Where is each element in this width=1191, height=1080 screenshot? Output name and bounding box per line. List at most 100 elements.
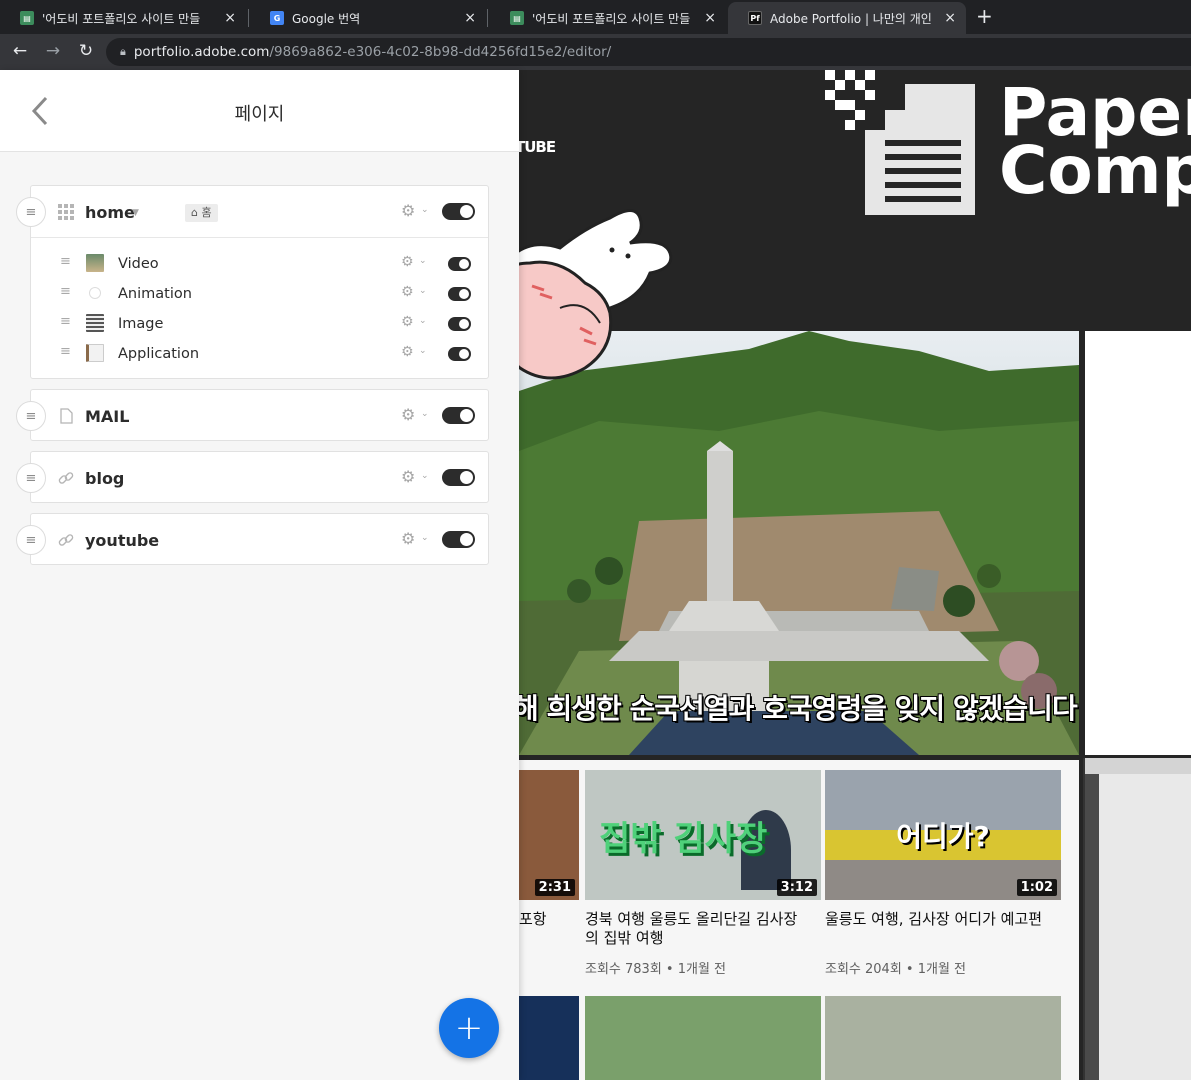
- close-tab-icon[interactable]: ×: [464, 10, 476, 26]
- gear-icon[interactable]: ⚙: [401, 529, 415, 548]
- drag-handle-button[interactable]: ≡: [16, 401, 46, 431]
- page-visibility-toggle[interactable]: [442, 407, 475, 424]
- drag-handle-icon[interactable]: ≡: [60, 344, 71, 359]
- browser-tab-bar: ▤ '어도비 포트폴리오 사이트 만들 × G Google 번역 × ▤ '어…: [0, 0, 1191, 34]
- new-tab-button[interactable]: +: [976, 4, 993, 28]
- panel-title: 페이지: [234, 104, 285, 125]
- home-badge: ⌂ 홈: [185, 204, 218, 222]
- site-nav-link[interactable]: TUBE: [519, 138, 556, 156]
- drag-handle-icon[interactable]: ≡: [60, 284, 71, 299]
- drag-handle-button[interactable]: ≡: [16, 463, 46, 493]
- chevron-down-icon[interactable]: ⌄: [421, 205, 429, 215]
- doc-icon: ▤: [20, 11, 34, 25]
- browser-tab[interactable]: G Google 번역 ×: [250, 2, 486, 34]
- paper-logo-icon: [825, 70, 975, 215]
- add-page-button[interactable]: +: [439, 998, 499, 1058]
- pages-panel: 페이지 home ▼ ⌂ 홈 ⚙ ⌄ ≡ Video ⚙ ⌄ ≡ Animati…: [0, 70, 519, 1080]
- photo-caption: 해 희생한 순국선열과 호국영령을 잊지 않겠습니다: [519, 692, 1078, 725]
- drag-handle-button[interactable]: ≡: [16, 525, 46, 555]
- chevron-down-icon[interactable]: ⌄: [421, 533, 429, 543]
- forward-arrow-icon[interactable]: →: [42, 40, 64, 62]
- page-name[interactable]: youtube: [85, 531, 159, 550]
- drag-handle-icon[interactable]: ≡: [60, 254, 71, 269]
- chevron-down-icon[interactable]: ⌄: [419, 286, 427, 296]
- video-thumbnail[interactable]: 집밖 김사장 3:12: [585, 770, 821, 900]
- page-visibility-toggle[interactable]: [448, 317, 471, 331]
- reload-icon[interactable]: ↻: [75, 40, 97, 62]
- house-icon: ⌂: [191, 206, 202, 219]
- gear-icon[interactable]: ⚙: [401, 467, 415, 486]
- video-duration: 1:02: [1016, 879, 1057, 896]
- page-visibility-toggle[interactable]: [448, 347, 471, 361]
- gear-icon[interactable]: ⚙: [401, 284, 414, 300]
- page-visibility-toggle[interactable]: [448, 257, 471, 271]
- page-icon: [60, 408, 73, 424]
- drag-handle-icon[interactable]: ≡: [60, 314, 71, 329]
- browser-toolbar: ← → ↻ 🔒︎ portfolio.adobe.com/9869a862-e3…: [0, 34, 1191, 70]
- subpage-name[interactable]: Video: [118, 256, 159, 272]
- google-translate-icon: G: [270, 11, 284, 25]
- close-tab-icon[interactable]: ×: [704, 10, 716, 26]
- chevron-down-icon[interactable]: ⌄: [421, 471, 429, 481]
- chevron-down-icon[interactable]: ⌄: [419, 316, 427, 326]
- subpage-name[interactable]: Image: [118, 316, 163, 332]
- url-path: /9869a862-e306-4c02-8b98-dd4256fd15e2/ed…: [269, 44, 612, 60]
- tab-title: Adobe Portfolio | 나만의 개인 웹: [770, 11, 937, 26]
- subpage-name[interactable]: Application: [118, 346, 199, 362]
- photoshop-screenshot: [1083, 758, 1191, 1080]
- address-bar[interactable]: 🔒︎ portfolio.adobe.com/9869a862-e306-4c0…: [106, 38, 1191, 66]
- page-card-blog[interactable]: blog ⚙ ⌄: [30, 451, 489, 503]
- url-host: portfolio.adobe.com: [133, 44, 270, 60]
- page-card-mail[interactable]: MAIL ⚙ ⌄: [30, 389, 489, 441]
- page-name[interactable]: blog: [85, 469, 124, 488]
- video-meta: 조회수 783회 • 1개월 전: [585, 962, 727, 977]
- browser-tab-active[interactable]: Pf Adobe Portfolio | 나만의 개인 웹 ×: [728, 2, 966, 34]
- page-visibility-toggle[interactable]: [448, 287, 471, 301]
- browser-tab[interactable]: ▤ '어도비 포트폴리오 사이트 만들 ×: [0, 2, 246, 34]
- logo-wordmark: Paper Comp: [999, 74, 1191, 209]
- panel-header: 페이지: [0, 70, 519, 152]
- pf-icon: Pf: [748, 11, 762, 25]
- link-icon: [58, 534, 74, 546]
- caret-down-icon[interactable]: ▼: [132, 208, 139, 218]
- youtube-grid: 2:31 포항 집밖 김사장 3:12 경북 여행 울릉도 올리단길 김사장의 …: [519, 760, 1079, 1080]
- gear-icon[interactable]: ⚙: [401, 254, 414, 270]
- gear-icon[interactable]: ⚙: [401, 314, 414, 330]
- close-tab-icon[interactable]: ×: [224, 10, 236, 26]
- video-thumb: [86, 254, 104, 272]
- page-visibility-toggle[interactable]: [442, 469, 475, 486]
- lock-icon: 🔒︎: [120, 45, 126, 58]
- image-thumb: [86, 314, 104, 332]
- doc-icon: ▤: [510, 11, 524, 25]
- subpage-name[interactable]: Animation: [118, 286, 192, 302]
- video-row: [519, 996, 1079, 1080]
- page-name[interactable]: home: [85, 203, 135, 222]
- gear-icon[interactable]: ⚙: [401, 344, 414, 360]
- tab-title: '어도비 포트폴리오 사이트 만들: [532, 11, 691, 26]
- page-visibility-toggle[interactable]: [442, 203, 475, 220]
- page-name[interactable]: MAIL: [85, 407, 129, 426]
- drag-handle-button[interactable]: ≡: [16, 197, 46, 227]
- video-title[interactable]: 경북 여행 울릉도 올리단길 김사장의 집밖 여행: [585, 910, 811, 948]
- video-thumbnail[interactable]: 어디가? 1:02: [825, 770, 1061, 900]
- page-card-youtube[interactable]: youtube ⚙ ⌄: [30, 513, 489, 565]
- chevron-down-icon[interactable]: ⌄: [421, 409, 429, 419]
- memorial-aerial-photo: 해 희생한 순국선열과 호국영령을 잊지 않겠습니다: [519, 331, 1079, 755]
- gear-icon[interactable]: ⚙: [401, 201, 415, 220]
- video-meta: 조회수 204회 • 1개월 전: [825, 962, 967, 977]
- back-arrow-icon[interactable]: ←: [9, 40, 31, 62]
- chevron-down-icon[interactable]: ⌄: [419, 256, 427, 266]
- page-card-home[interactable]: home ▼ ⌂ 홈 ⚙ ⌄ ≡ Video ⚙ ⌄ ≡ Animation ⚙…: [30, 185, 489, 379]
- browser-tab[interactable]: ▤ '어도비 포트폴리오 사이트 만들 ×: [490, 2, 726, 34]
- page-visibility-toggle[interactable]: [442, 531, 475, 548]
- grid-icon: [58, 204, 74, 220]
- video-duration: 3:12: [776, 879, 817, 896]
- video-duration: 2:31: [534, 879, 575, 896]
- close-tab-icon[interactable]: ×: [944, 10, 956, 26]
- gear-icon[interactable]: ⚙: [401, 405, 415, 424]
- chevron-down-icon[interactable]: ⌄: [419, 346, 427, 356]
- video-title[interactable]: 울릉도 여행, 김사장 어디가 예고편: [825, 910, 1051, 929]
- link-icon: [58, 472, 74, 484]
- application-thumb: [86, 344, 104, 362]
- video-thumbnail[interactable]: 2:31: [519, 770, 579, 900]
